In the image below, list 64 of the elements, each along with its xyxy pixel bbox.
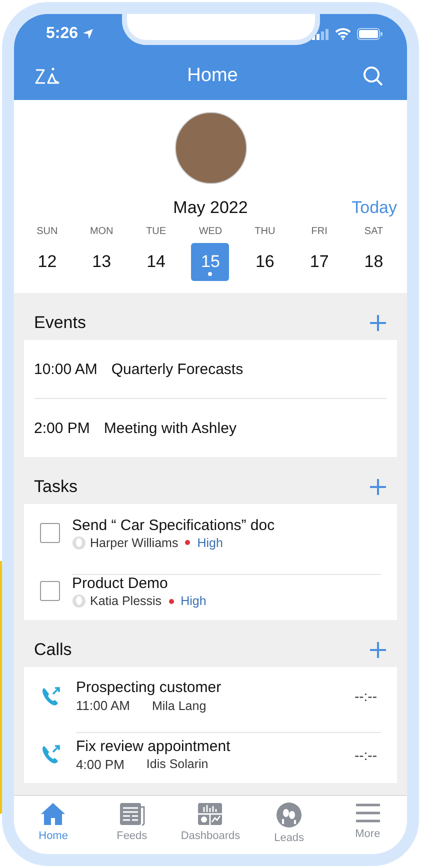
add-icon[interactable] xyxy=(369,641,387,659)
call-contact: Idis Solarin xyxy=(146,757,208,771)
event-title: Quarterly Forecasts xyxy=(111,360,244,378)
weekday-label: SAT xyxy=(363,226,384,237)
task-owner: Harper Williams xyxy=(90,536,178,550)
weekday-label: SUN xyxy=(36,226,59,237)
calendar-date[interactable]: 16 xyxy=(246,243,284,281)
location-arrow-icon xyxy=(82,28,94,40)
wifi-icon xyxy=(335,28,351,40)
section-title: Events xyxy=(34,313,86,333)
tab-bar-item[interactable]: Leads xyxy=(250,802,328,846)
weekday-label: TUE xyxy=(145,226,168,237)
outgoing-call-icon xyxy=(40,685,62,707)
call-duration: --:-- xyxy=(354,688,378,704)
section-title: Tasks xyxy=(34,477,78,497)
menu-icon xyxy=(354,802,381,824)
calendar-date[interactable]: 17 xyxy=(300,243,338,281)
month-label: May 2022 xyxy=(173,198,248,218)
weekday-label: WED xyxy=(198,226,224,237)
call-time: 11:00 AM xyxy=(76,698,130,713)
task-priority: High xyxy=(197,536,223,550)
calendar-date[interactable]: 13 xyxy=(82,243,121,281)
dashboard-icon xyxy=(197,802,224,826)
people-icon xyxy=(276,802,302,828)
house-icon xyxy=(40,802,66,826)
task-owner: Katia Plessis xyxy=(90,594,162,608)
tab-bar-item[interactable]: Home xyxy=(14,802,93,846)
event-time: 2:00 PM xyxy=(34,420,90,436)
task-title: Send “ Car Specifications” doc xyxy=(72,516,276,534)
calendar-date[interactable]: 14 xyxy=(137,243,176,281)
weekday-label: THU xyxy=(254,226,276,237)
calendar-date[interactable]: 18 xyxy=(354,243,393,281)
add-icon[interactable] xyxy=(369,478,387,496)
zia-logo-icon[interactable] xyxy=(34,66,62,86)
section-title: Calls xyxy=(34,640,72,660)
today-link[interactable]: Today xyxy=(352,198,397,218)
weekday-label: FRI xyxy=(310,226,328,237)
event-title: Meeting with Ashley xyxy=(104,420,236,436)
add-icon[interactable] xyxy=(369,314,387,332)
task-checkbox[interactable] xyxy=(40,523,60,543)
task-title: Product Demo xyxy=(72,575,169,592)
task-checkbox[interactable] xyxy=(40,581,60,601)
tab-bar-item[interactable]: More xyxy=(328,802,407,846)
call-title: Fix review appointment xyxy=(76,738,232,754)
call-duration: --:-- xyxy=(354,746,378,762)
calendar-date[interactable]: 15 xyxy=(191,243,230,281)
tab-bar-item[interactable]: Feeds xyxy=(92,802,172,846)
weekday-label: MON xyxy=(88,226,114,237)
tab-bar-item[interactable]: Dashboards xyxy=(171,802,250,846)
battery-icon xyxy=(357,28,383,40)
calendar-date[interactable]: 12 xyxy=(28,243,66,281)
call-time: 4:00 PM xyxy=(76,756,124,772)
signal-icon xyxy=(312,28,329,40)
person-icon xyxy=(72,594,86,608)
status-time: 5:26 xyxy=(46,25,78,43)
task-priority: High xyxy=(180,594,206,608)
person-icon xyxy=(72,536,86,550)
screen-title: Home xyxy=(187,65,238,87)
newspaper-icon xyxy=(118,802,145,826)
call-contact: Mila Lang xyxy=(152,698,206,712)
call-title: Prospecting customer xyxy=(76,679,222,696)
event-time: 10:00 AM xyxy=(34,360,98,378)
outgoing-call-icon xyxy=(40,743,62,765)
search-icon[interactable] xyxy=(363,66,383,86)
